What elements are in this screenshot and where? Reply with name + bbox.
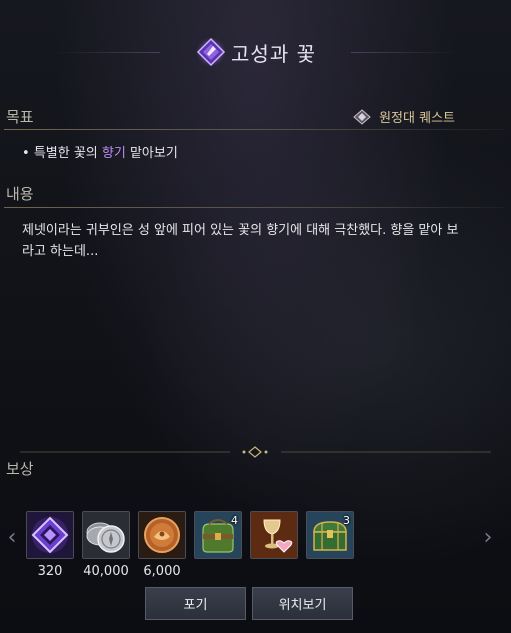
objective-label: 목표 <box>6 108 34 126</box>
reward-item-4[interactable]: 4 <box>194 511 242 559</box>
bullet: • <box>22 146 34 161</box>
objective-divider <box>4 129 504 130</box>
reward-count-4: 4 <box>231 514 238 527</box>
objective-text-before: 특별한 꽃의 <box>33 146 102 161</box>
locate-button[interactable]: 위치보기 <box>252 587 353 620</box>
reward-item-3[interactable] <box>138 511 186 559</box>
reward-count-6: 3 <box>343 514 350 527</box>
objective-item: • 특별한 꽃의 향기 맡아보기 <box>22 142 178 161</box>
reward-item-2[interactable] <box>82 511 130 559</box>
expedition-icon <box>353 108 371 125</box>
quest-title-bar: 고성과 꽃 <box>0 28 511 76</box>
rewards-prev-arrow[interactable]: ‹ <box>2 522 22 552</box>
objective-highlight: 향기 <box>101 146 126 161</box>
abandon-button[interactable]: 포기 <box>145 587 246 620</box>
reward-amount-1: 320 <box>37 564 63 579</box>
reward-item-5[interactable] <box>250 511 298 559</box>
bronze-coin-icon <box>139 512 185 558</box>
reward-amount-3: 6,000 <box>143 564 181 579</box>
section-ornament <box>20 446 491 458</box>
objective-text-after: 맡아보기 <box>125 146 178 161</box>
content-divider <box>4 207 504 208</box>
reward-item-1[interactable] <box>26 511 74 559</box>
silver-coins-icon <box>83 512 129 558</box>
quest-type: 원정대 퀘스트 <box>353 107 455 126</box>
content-label: 내용 <box>6 185 34 203</box>
quest-title: 고성과 꽃 <box>231 41 316 66</box>
quest-description: 제넷이라는 귀부인은 성 앞에 피어 있는 꽃의 향기에 대해 극찬했다. 향을… <box>22 223 459 259</box>
quest-type-label: 원정대 퀘스트 <box>379 111 455 126</box>
quest-scroll-icon <box>196 37 227 67</box>
rewards-next-arrow[interactable]: › <box>478 522 498 552</box>
reward-amount-2: 40,000 <box>83 564 129 579</box>
rewards-label: 보상 <box>6 460 34 478</box>
goblet-heart-icon <box>251 512 297 558</box>
reward-item-6[interactable]: 3 <box>306 511 354 559</box>
purple-crystal-icon <box>27 512 73 558</box>
